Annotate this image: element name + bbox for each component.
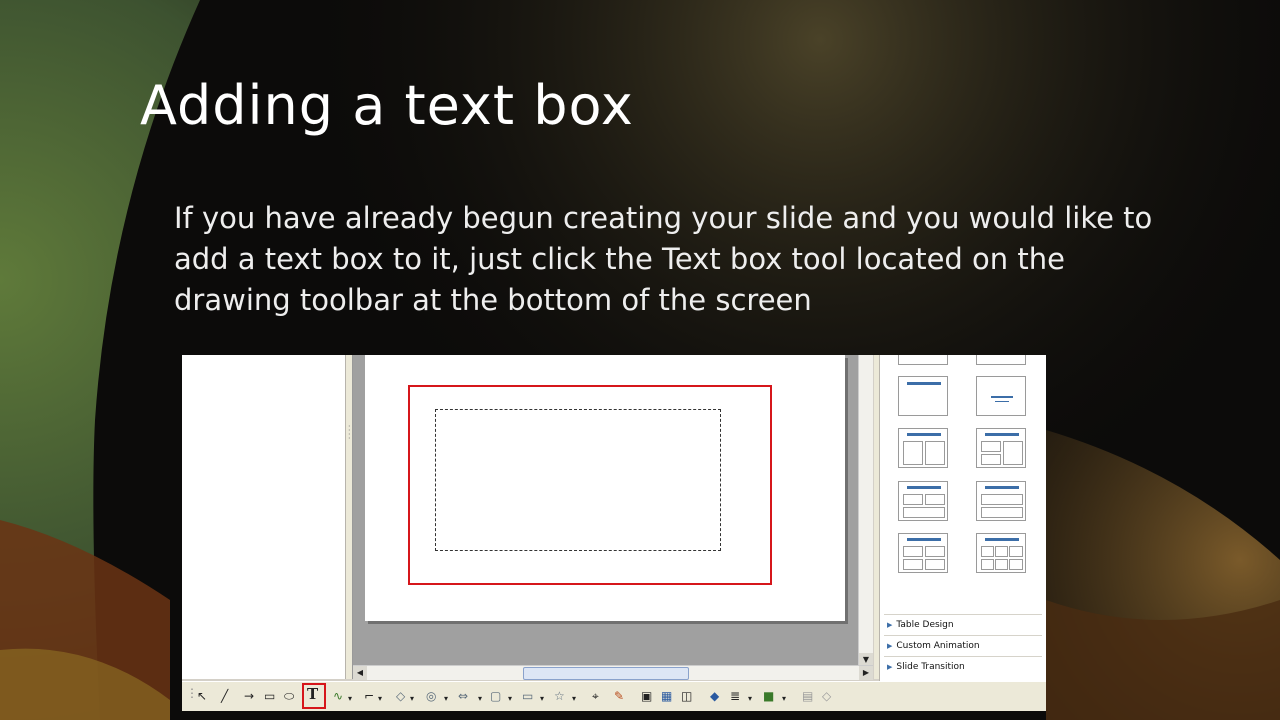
text-box-placeholder[interactable] bbox=[435, 409, 721, 551]
line-icon[interactable]: ╱ bbox=[221, 689, 228, 703]
task-pane: ▶ Table Design ▶ Custom Animation ▶ Slide T… bbox=[879, 355, 1046, 681]
basic-shapes-icon[interactable]: ◇ bbox=[396, 689, 405, 703]
layout-title-six-content[interactable] bbox=[976, 533, 1026, 573]
chevron-down-icon[interactable]: ▾ bbox=[540, 692, 544, 706]
glue-icon[interactable]: ✎ bbox=[614, 689, 624, 703]
layout-title-content-two[interactable] bbox=[976, 428, 1026, 468]
layout-title-content-over[interactable] bbox=[976, 481, 1026, 521]
chevron-down-icon[interactable]: ▾ bbox=[478, 692, 482, 706]
flowchart-icon[interactable]: ▢ bbox=[490, 689, 501, 703]
pane-splitter[interactable]: · · · · bbox=[346, 355, 353, 679]
chevron-down-icon[interactable]: ▾ bbox=[444, 692, 448, 706]
layout-title-three-content[interactable] bbox=[898, 481, 948, 521]
block-arrows-icon[interactable]: ⇔ bbox=[458, 689, 468, 703]
chevron-down-icon[interactable]: ▾ bbox=[410, 692, 414, 706]
panel-custom-animation[interactable]: ▶ Custom Animation bbox=[884, 635, 1042, 656]
points-icon[interactable]: ⌖ bbox=[592, 689, 599, 703]
layout-thumbnail[interactable] bbox=[976, 355, 1026, 365]
slide-workarea bbox=[353, 355, 858, 667]
from-file-icon[interactable]: ▣ bbox=[641, 689, 652, 703]
editor-screenshot: · · · · ▼ ◀ ▶ ▶ Table Design ▶ Custom An… bbox=[182, 355, 1046, 711]
slide-title: Adding a text box bbox=[140, 74, 634, 137]
panel-label: Table Design bbox=[896, 620, 954, 630]
chevron-down-icon[interactable]: ▾ bbox=[348, 692, 352, 706]
chevron-down-icon[interactable]: ▾ bbox=[782, 692, 786, 706]
ellipse-icon[interactable]: ⬭ bbox=[284, 689, 294, 703]
text-box-icon[interactable]: T bbox=[307, 687, 318, 702]
splitter-grip-icon: · · · · bbox=[348, 422, 351, 443]
shadow-icon[interactable]: ■ bbox=[763, 689, 774, 703]
horizontal-scrollbar[interactable]: ◀ ▶ bbox=[353, 665, 873, 680]
expand-arrow-icon: ▶ bbox=[887, 642, 893, 650]
chevron-down-icon[interactable]: ▾ bbox=[508, 692, 512, 706]
panel-slide-transition[interactable]: ▶ Slide Transition bbox=[884, 656, 1042, 677]
scroll-left-icon[interactable]: ◀ bbox=[353, 666, 367, 680]
drawing-toolbar: ⋮ ↖ ╱ → ▭ ⬭ T ∿ ▾ ⌐ ▾ ◇ ▾ ◎ ▾ ⇔ ▾ ▢ ▾ ▭ … bbox=[182, 681, 1046, 711]
symbol-shapes-icon[interactable]: ◎ bbox=[426, 689, 436, 703]
chevron-down-icon[interactable]: ▾ bbox=[748, 692, 752, 706]
connector-icon[interactable]: ⌐ bbox=[364, 689, 374, 703]
chevron-down-icon[interactable]: ▾ bbox=[378, 692, 382, 706]
layout-title-only[interactable] bbox=[898, 376, 948, 416]
arrange-icon[interactable]: ≣ bbox=[730, 689, 740, 703]
panel-label: Slide Transition bbox=[896, 662, 965, 672]
scroll-thumb[interactable] bbox=[523, 667, 689, 680]
arrow-icon[interactable]: → bbox=[244, 689, 254, 703]
alignment-icon[interactable]: ◆ bbox=[710, 689, 719, 703]
scroll-right-icon[interactable]: ▶ bbox=[859, 666, 873, 680]
panel-table-design[interactable]: ▶ Table Design bbox=[884, 614, 1042, 635]
layout-title-four-content[interactable] bbox=[898, 533, 948, 573]
slides-pane bbox=[182, 355, 346, 679]
chevron-down-icon[interactable]: ▾ bbox=[572, 692, 576, 706]
vertical-scrollbar[interactable]: ▼ bbox=[858, 355, 873, 667]
expand-arrow-icon: ▶ bbox=[887, 663, 893, 671]
toggle-extrusion-icon[interactable]: ◇ bbox=[822, 689, 831, 703]
layout-centered-text[interactable] bbox=[976, 376, 1026, 416]
extrusion-icon[interactable]: ◫ bbox=[681, 689, 692, 703]
slide-body-text: If you have already begun creating your … bbox=[174, 201, 1153, 317]
stars-icon[interactable]: ☆ bbox=[554, 689, 565, 703]
callouts-icon[interactable]: ▭ bbox=[522, 689, 533, 703]
toggle-icon[interactable]: ▤ bbox=[802, 689, 813, 703]
layout-title-two-content[interactable] bbox=[898, 428, 948, 468]
select-icon[interactable]: ↖ bbox=[197, 689, 207, 703]
layout-thumbnail[interactable] bbox=[898, 355, 948, 365]
rectangle-icon[interactable]: ▭ bbox=[264, 689, 275, 703]
panel-label: Custom Animation bbox=[896, 641, 980, 651]
curve-icon[interactable]: ∿ bbox=[333, 689, 343, 703]
expand-arrow-icon: ▶ bbox=[887, 621, 893, 629]
slide-canvas[interactable] bbox=[365, 355, 845, 621]
gallery-icon[interactable]: ▦ bbox=[661, 689, 672, 703]
